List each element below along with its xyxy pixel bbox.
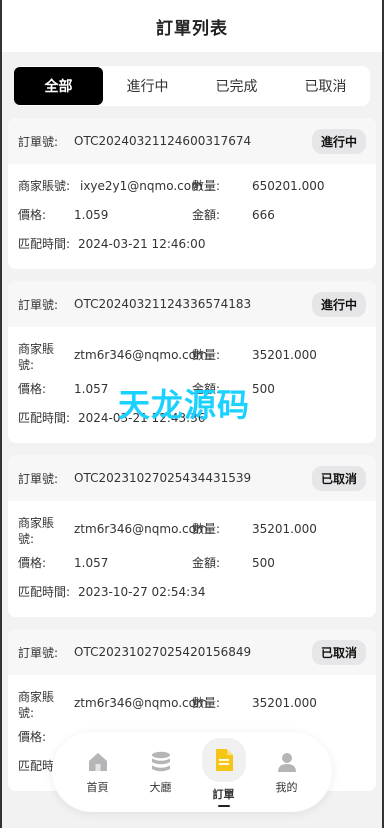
document-icon [201,737,246,782]
order-no-label: 訂單號: [18,134,59,149]
price-value: 1.057 [74,556,109,570]
merchant-label-line2: 號: [18,532,35,546]
order-list: 訂單號: OTC20240321124600317674 進行中 商家賬號: i… [0,118,384,791]
home-icon [85,749,111,775]
page-header: 訂單列表 [0,0,384,52]
order-no-value: OTC20231027025434431539 [74,471,252,485]
quantity-label: 數量: [192,522,221,536]
merchant-value: ztm6r346@nqmo.com [74,522,208,536]
amount-value: 666 [252,208,275,222]
price-label: 價格: [18,208,47,222]
order-no-label: 訂單號: [18,645,59,660]
quantity-value: 35201.000 [252,348,317,362]
price-label: 價格: [18,556,47,570]
quantity-label: 數量: [192,348,221,362]
merchant-value: ztm6r346@nqmo.com [74,348,208,362]
tab-all[interactable]: 全部 [14,67,103,105]
status-badge: 進行中 [311,128,366,154]
order-no-label: 訂單號: [18,297,59,312]
match-time-value: 2024-03-21 12:46:00 [78,237,206,251]
merchant-label: 商家賬號: [18,179,71,193]
merchant-label-line2: 號: [18,706,35,720]
nav-label-profile: 我的 [275,781,298,794]
status-badge: 進行中 [311,291,366,317]
status-badge: 已取消 [311,639,366,665]
nav-label-hall: 大廳 [149,781,172,794]
order-no-value: OTC20240321124336574183 [74,297,252,311]
status-badge: 已取消 [311,465,366,491]
order-card-header: 訂單號: OTC20240321124600317674 進行中 [8,118,376,164]
quantity-label: 數量: [192,179,221,193]
merchant-label-line1: 商家賬 [18,690,55,704]
order-no-value: OTC20240321124600317674 [74,134,252,148]
order-card-header: 訂單號: OTC20240321124336574183 進行中 [8,281,376,327]
quantity-value: 650201.000 [252,179,325,193]
nav-item-hall[interactable]: 大廳 [133,749,189,795]
match-time-value: 2023-10-27 02:54:34 [78,585,206,599]
bottom-nav: 首頁 大廳 訂單 我的 [52,732,332,812]
merchant-label: 商家賬 號: [18,335,74,373]
active-indicator [217,804,230,807]
nav-item-home[interactable]: 首頁 [70,749,126,795]
user-icon [274,749,300,775]
tab-cancelled[interactable]: 已取消 [281,67,370,105]
order-no-label: 訂單號: [18,471,59,486]
merchant-value: ixye2y1@nqmo.com [80,179,203,193]
match-time-label: 匹配時間: [18,411,71,425]
order-card-header: 訂單號: OTC20231027025420156849 已取消 [8,629,376,675]
nav-label-home: 首頁 [86,781,109,794]
order-card-header: 訂單號: OTC20231027025434431539 已取消 [8,455,376,501]
database-icon [148,749,174,775]
merchant-label: 商家賬 號: [18,683,74,721]
nav-label-orders: 訂單 [212,787,235,801]
amount-label: 金額: [192,556,221,570]
quantity-value: 35201.000 [252,696,317,710]
order-card[interactable]: 訂單號: OTC20231027025434431539 已取消 商家賬 號: … [8,455,376,617]
amount-value: 500 [252,556,275,570]
quantity-label: 數量: [192,696,221,710]
merchant-value: ztm6r346@nqmo.com [74,696,208,710]
status-tabs: 全部 進行中 已完成 已取消 [14,66,370,106]
quantity-value: 35201.000 [252,522,317,536]
nav-item-profile[interactable]: 我的 [259,749,315,795]
price-value: 1.059 [74,208,109,222]
merchant-label-line1: 商家賬 [18,516,55,530]
merchant-label-line2: 號: [18,358,35,372]
order-card[interactable]: 訂單號: OTC20240321124600317674 進行中 商家賬號: i… [8,118,376,269]
match-time-label: 匹配時間: [18,237,71,251]
amount-value: 500 [252,382,275,396]
price-label: 價格: [18,382,47,396]
tab-in-progress[interactable]: 進行中 [103,67,192,105]
nav-item-orders[interactable]: 訂單 [196,737,252,807]
merchant-label-line1: 商家賬 [18,342,55,356]
merchant-label: 商家賬 號: [18,509,74,547]
tab-completed[interactable]: 已完成 [192,67,281,105]
match-time-label: 匹配時間: [18,585,71,599]
order-no-value: OTC20231027025420156849 [74,645,252,659]
page-title: 訂單列表 [156,18,228,39]
watermark-text: 天龙源码 [118,386,251,424]
amount-label: 金額: [192,208,221,222]
